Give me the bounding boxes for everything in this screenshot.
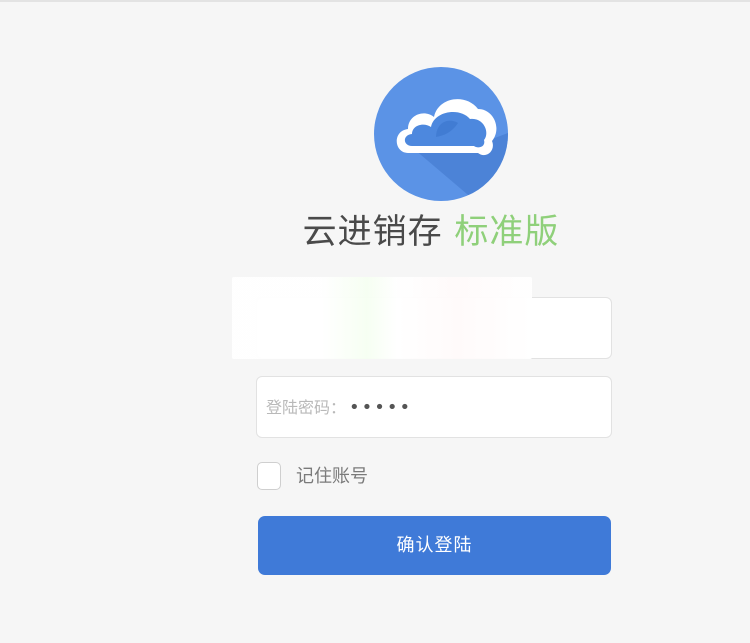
redacted-overlay	[232, 277, 532, 359]
edition-label: 标准版	[454, 212, 560, 252]
password-label: 登陆密码：	[266, 398, 347, 417]
top-divider	[0, 0, 750, 2]
cloud-icon	[374, 67, 508, 201]
remember-checkbox[interactable]	[257, 462, 281, 490]
page-title: 云进销存 标准版	[0, 208, 750, 256]
login-button[interactable]: 确认登陆	[258, 516, 611, 575]
password-field[interactable]: 登陆密码：	[256, 376, 612, 438]
cloud-logo-graphic	[396, 99, 508, 201]
remember-label: 记住账号	[296, 466, 368, 487]
app-name: 云进销存	[302, 212, 443, 252]
password-input[interactable]	[349, 377, 599, 437]
